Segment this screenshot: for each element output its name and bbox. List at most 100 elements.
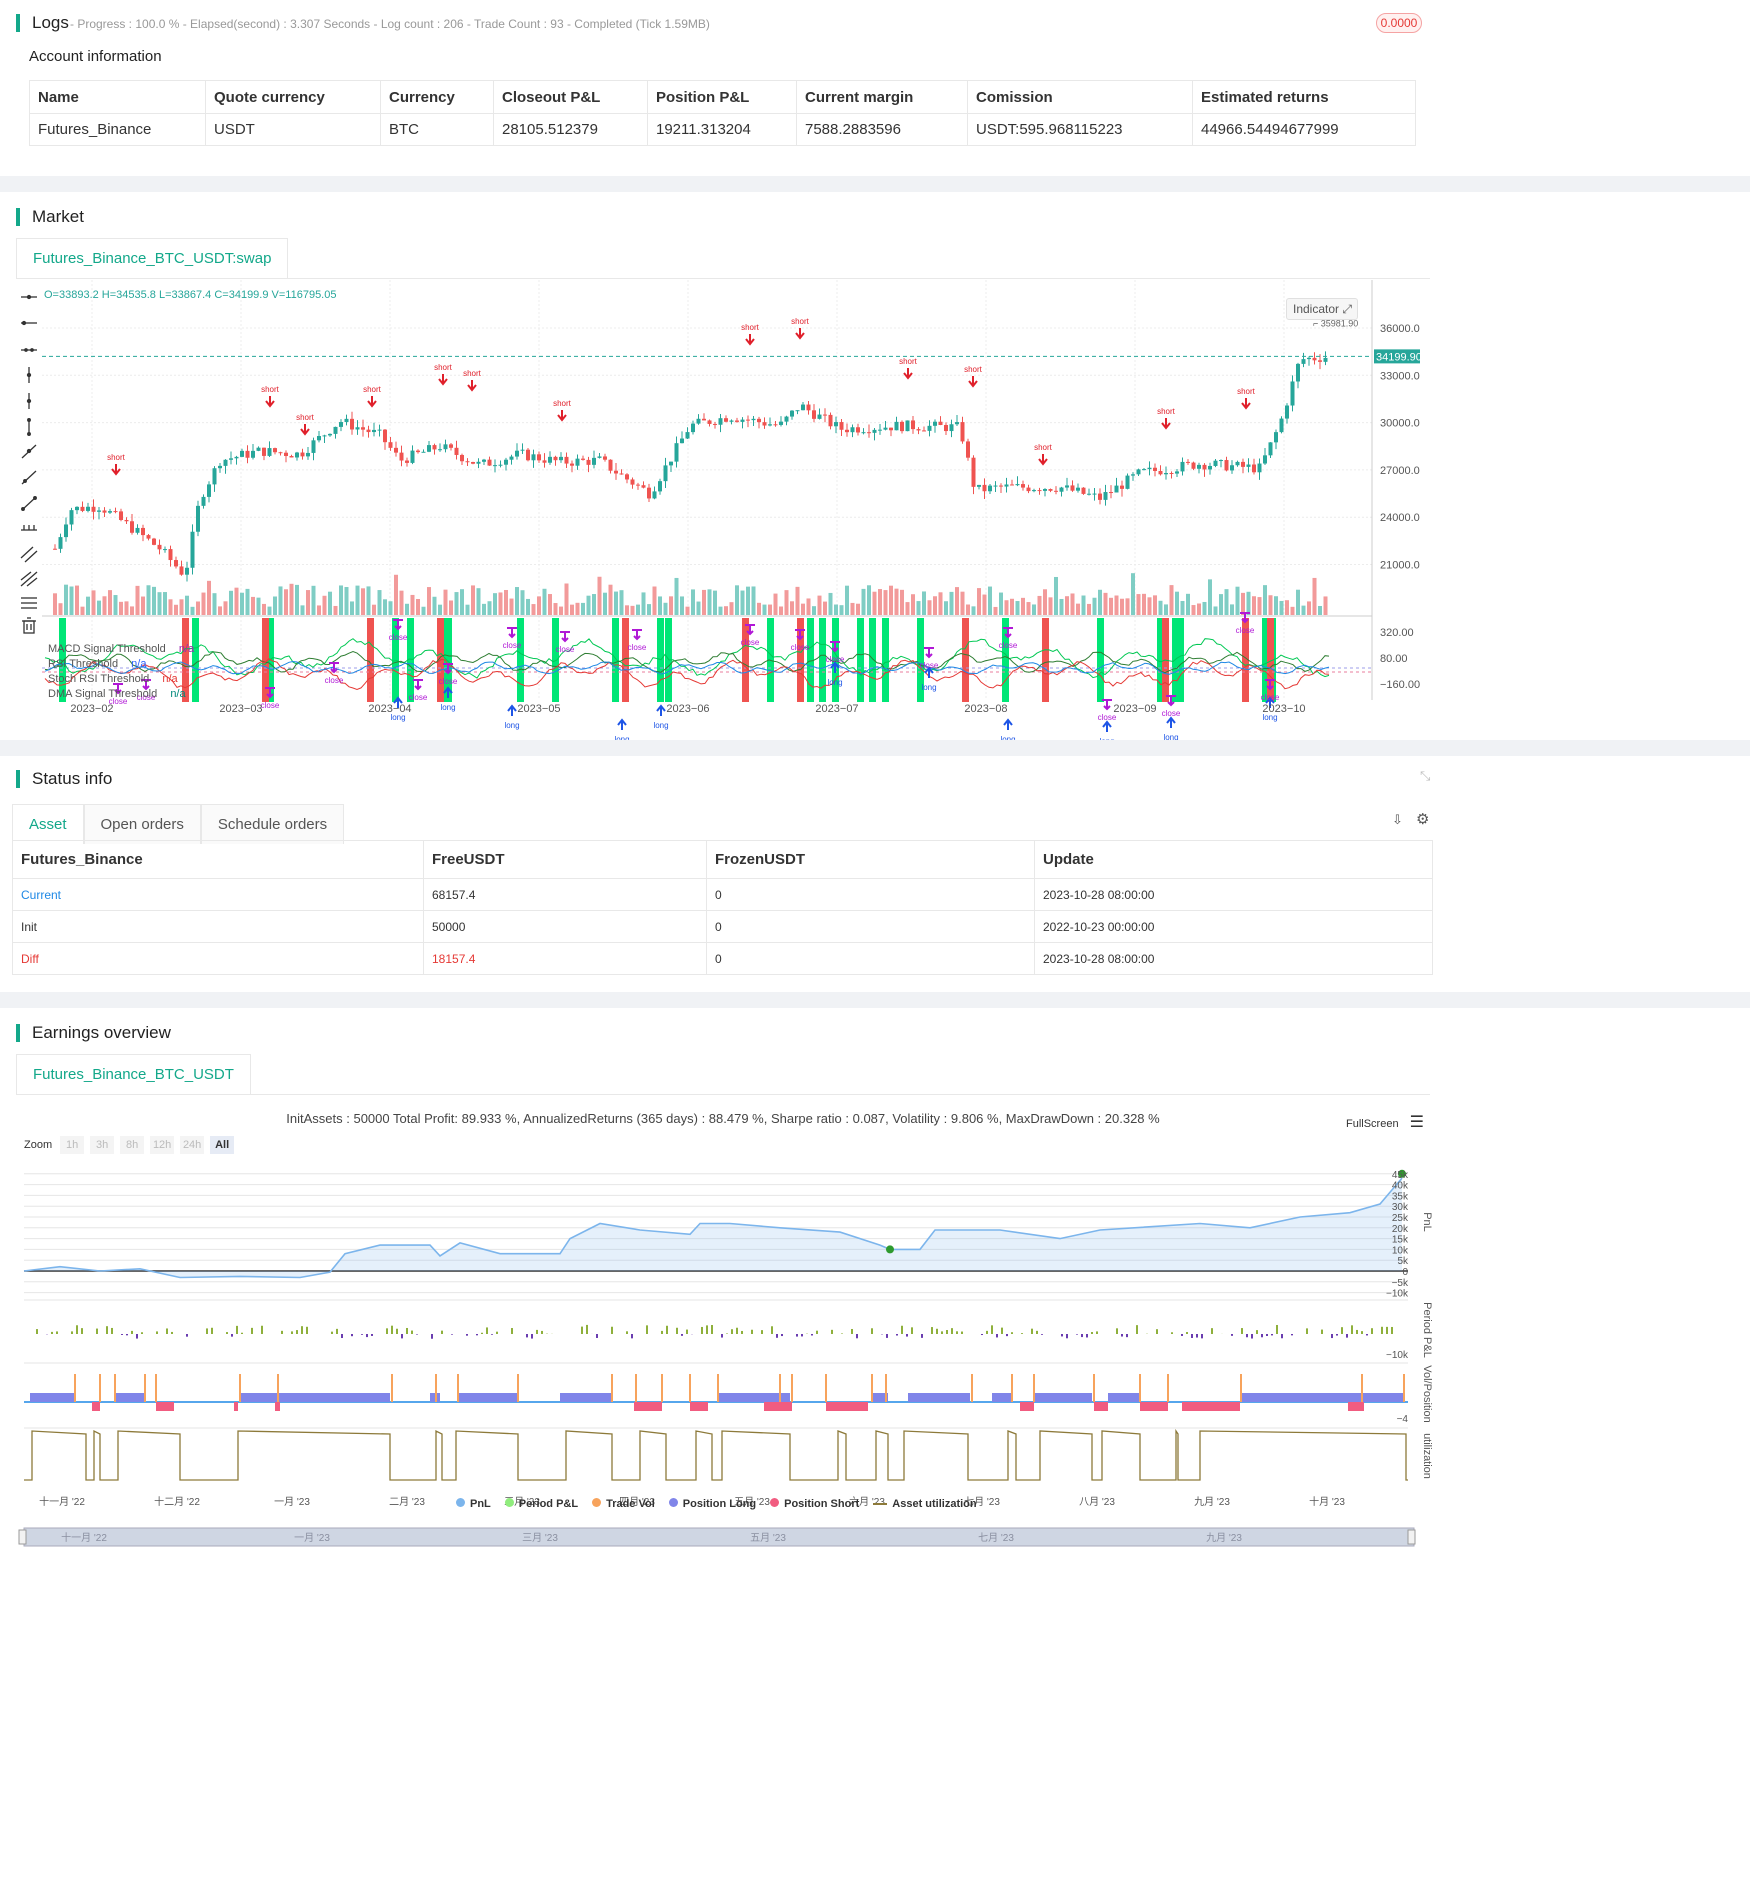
volume-bar: [207, 580, 211, 615]
menu-icon: ☰: [1409, 1114, 1424, 1131]
volume-bar: [647, 604, 651, 615]
volume-bar: [1257, 597, 1262, 615]
market-chart[interactable]: ⌐ 35981.90 short short short short short shor…: [0, 280, 1420, 740]
candle-body: [383, 429, 387, 443]
volume-bar: [278, 586, 283, 615]
volume-bar: [487, 601, 492, 615]
candle-body: [713, 423, 717, 425]
earnings-chart[interactable]: 45k40k35k30k25k20k15k10k5k0−5k−10k−10k−4…: [0, 1158, 1446, 1538]
legend-pos-long[interactable]: Position Long: [668, 1498, 756, 1510]
short-label: short: [553, 399, 572, 408]
candle-body: [922, 430, 926, 432]
navigator-tick: 七月 '23: [978, 1532, 1014, 1544]
volume-bar: [438, 604, 442, 615]
candle-body: [64, 524, 68, 538]
navigator-right-handle[interactable]: [1407, 1529, 1416, 1545]
zoom-12h[interactable]: 12h: [150, 1136, 175, 1154]
settings-icon[interactable]: ⚙: [1416, 810, 1429, 828]
candle-body: [240, 450, 244, 457]
period-bar: [1186, 1332, 1188, 1334]
volume-bar: [575, 602, 580, 615]
market-tab[interactable]: Futures_Binance_BTC_USDT:swap: [16, 238, 289, 278]
download-icon[interactable]: ⇩: [1392, 812, 1403, 828]
candle-body: [1208, 465, 1212, 470]
zoom-3h[interactable]: 3h: [90, 1136, 115, 1154]
tab-open-orders[interactable]: Open orders: [83, 804, 201, 844]
close-label: close: [556, 645, 575, 654]
candle-body: [520, 449, 525, 451]
volume-bar: [465, 604, 470, 615]
candle-body: [608, 459, 613, 471]
pnl-tick: 40k: [1392, 1181, 1409, 1192]
candle-body: [702, 418, 706, 421]
candle-body: [542, 460, 547, 463]
tab-asset[interactable]: Asset: [12, 804, 84, 844]
period-bar: [156, 1331, 158, 1334]
short-arrow: [367, 396, 377, 408]
earnings-tab[interactable]: Futures_Binance_BTC_USDT: [16, 1054, 251, 1094]
date-tick: 二月 '23: [389, 1496, 425, 1508]
volume-bar: [1114, 595, 1119, 615]
legend-period[interactable]: Period P&L: [504, 1498, 578, 1510]
row-label-current[interactable]: Current: [12, 878, 424, 911]
earnings-legend: PnL Period P&L Trade Vol Position Long P…: [456, 1498, 977, 1510]
candle-body: [949, 424, 954, 432]
period-bar: [416, 1334, 418, 1335]
volume-bar: [1070, 593, 1075, 615]
close-label: close: [439, 677, 458, 686]
volume-bar: [229, 590, 233, 615]
candle-body: [553, 456, 558, 461]
zoom-all[interactable]: All: [210, 1136, 235, 1154]
volume-bar: [515, 587, 519, 615]
volume-bar: [1169, 585, 1174, 615]
candle-body: [988, 485, 992, 492]
period-bar: [796, 1334, 798, 1337]
period-bar: [1281, 1334, 1283, 1339]
zoom-24h[interactable]: 24h: [180, 1136, 205, 1154]
signal-bar-green: [612, 618, 619, 702]
candle-body: [449, 444, 453, 448]
fullscreen-button[interactable]: FullScreen ☰: [1346, 1112, 1424, 1132]
short-label: short: [791, 317, 810, 326]
candle-body: [1158, 471, 1163, 475]
period-bar: [1341, 1327, 1343, 1334]
volume-bar: [1109, 597, 1113, 615]
cell-frozen: 0: [706, 942, 1035, 975]
period-bar: [1036, 1330, 1038, 1334]
tab-schedule-orders[interactable]: Schedule orders: [200, 804, 345, 844]
zoom-8h[interactable]: 8h: [120, 1136, 145, 1154]
volume-bar: [933, 596, 937, 615]
account-header-row: Name Quote currency Currency Closeout P&…: [29, 80, 1416, 114]
candle-body: [1004, 484, 1009, 487]
candle-body: [1290, 381, 1295, 406]
volume-bar: [944, 601, 948, 615]
volume-bar: [377, 590, 382, 615]
volume-bar: [1098, 589, 1102, 615]
legend-rsi-name: RSI Threshold: [48, 658, 119, 670]
date-tick: 2023−03: [219, 703, 262, 715]
collapse-icon[interactable]: ⤡: [1420, 768, 1430, 784]
navigator-left-handle[interactable]: [18, 1529, 27, 1545]
legend-pnl[interactable]: PnL: [456, 1498, 491, 1510]
period-bar: [1081, 1334, 1083, 1338]
pnl-grid: [24, 1173, 1408, 1429]
candle-body: [735, 420, 739, 422]
zoom-1h[interactable]: 1h: [60, 1136, 85, 1154]
candle-body: [1054, 490, 1058, 492]
signal-bar-red: [1042, 618, 1049, 702]
candle-body: [102, 510, 107, 513]
volume-bars: [53, 573, 1328, 615]
period-bar: [721, 1334, 723, 1338]
period-bar: [301, 1326, 303, 1334]
volume-bar: [190, 606, 195, 615]
volume-bar: [80, 606, 85, 615]
legend-trade-vol[interactable]: Trade Vol: [592, 1498, 655, 1510]
legend-utilization[interactable]: Asset utilization: [873, 1498, 977, 1510]
candle-body: [394, 447, 398, 453]
short-arrow: [265, 396, 275, 408]
navigator[interactable]: 十一月 '22 一月 '23 三月 '23 五月 '23 七月 '23 九月 '23: [16, 1526, 1436, 1552]
legend-pos-short[interactable]: Position Short: [770, 1498, 859, 1510]
period-bar: [121, 1334, 123, 1335]
volume-bar: [542, 588, 547, 615]
volume-bar: [350, 601, 354, 615]
